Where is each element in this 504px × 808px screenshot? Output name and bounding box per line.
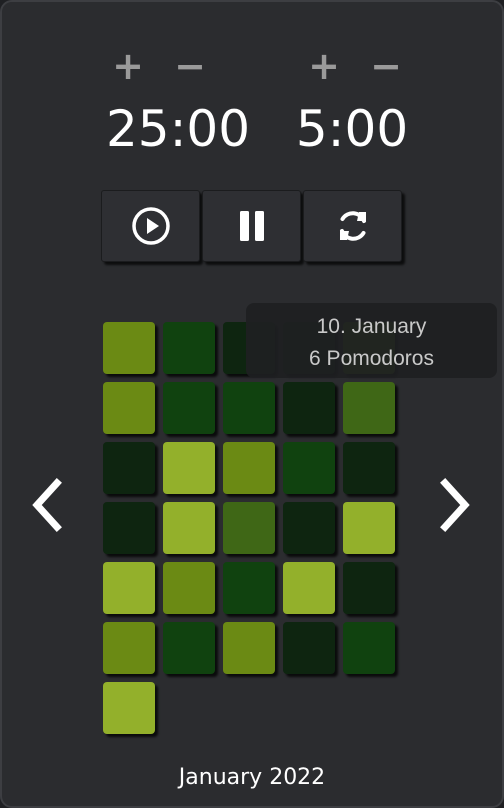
day-tooltip: 10. January 6 Pomodoros xyxy=(246,303,497,378)
calendar-day-cell[interactable] xyxy=(343,622,395,674)
calendar-day-cell[interactable] xyxy=(163,442,215,494)
play-button[interactable] xyxy=(101,190,200,262)
chevron-left-icon xyxy=(27,477,67,537)
calendar-day-cell[interactable] xyxy=(103,502,155,554)
break-timer-display: 5:00 xyxy=(295,100,409,158)
pomodoro-window: + − + − 25:00 5:00 10. January 6 Pomodor… xyxy=(0,0,504,808)
tooltip-date: 10. January xyxy=(316,315,427,338)
work-timer-display: 25:00 xyxy=(105,100,251,158)
calendar-day-cell[interactable] xyxy=(103,382,155,434)
play-icon xyxy=(131,206,171,246)
break-increment-button[interactable]: + xyxy=(304,46,344,86)
calendar-day-cell[interactable] xyxy=(163,322,215,374)
calendar-day-cell[interactable] xyxy=(283,442,335,494)
chevron-right-icon xyxy=(435,477,475,537)
calendar-day-cell[interactable] xyxy=(343,502,395,554)
calendar-day-cell[interactable] xyxy=(103,562,155,614)
calendar-day-cell[interactable] xyxy=(103,322,155,374)
calendar-day-cell[interactable] xyxy=(283,622,335,674)
calendar-day-cell[interactable] xyxy=(283,502,335,554)
work-increment-button[interactable]: + xyxy=(108,46,148,86)
calendar-day-cell[interactable] xyxy=(163,502,215,554)
pause-icon xyxy=(237,209,267,243)
calendar-day-cell[interactable] xyxy=(343,382,395,434)
reset-button[interactable] xyxy=(303,190,402,262)
work-decrement-button[interactable]: − xyxy=(170,46,210,86)
next-month-button[interactable] xyxy=(430,472,480,542)
pause-button[interactable] xyxy=(202,190,301,262)
tooltip-count: 6 Pomodoros xyxy=(309,347,434,370)
calendar-day-cell[interactable] xyxy=(223,442,275,494)
break-decrement-button[interactable]: − xyxy=(366,46,406,86)
calendar-day-cell[interactable] xyxy=(163,382,215,434)
refresh-icon xyxy=(331,204,375,248)
calendar-day-cell[interactable] xyxy=(103,442,155,494)
calendar-day-cell[interactable] xyxy=(343,442,395,494)
calendar-day-cell[interactable] xyxy=(223,382,275,434)
calendar-day-cell[interactable] xyxy=(103,622,155,674)
calendar-day-cell[interactable] xyxy=(103,682,155,734)
calendar-day-cell[interactable] xyxy=(223,622,275,674)
previous-month-button[interactable] xyxy=(22,472,72,542)
calendar-day-cell[interactable] xyxy=(163,622,215,674)
calendar-day-cell[interactable] xyxy=(283,562,335,614)
calendar-day-cell[interactable] xyxy=(223,502,275,554)
calendar-day-cell[interactable] xyxy=(223,562,275,614)
calendar-day-cell[interactable] xyxy=(163,562,215,614)
month-label: January 2022 xyxy=(178,765,326,790)
calendar-day-cell[interactable] xyxy=(283,382,335,434)
calendar-day-cell[interactable] xyxy=(343,562,395,614)
